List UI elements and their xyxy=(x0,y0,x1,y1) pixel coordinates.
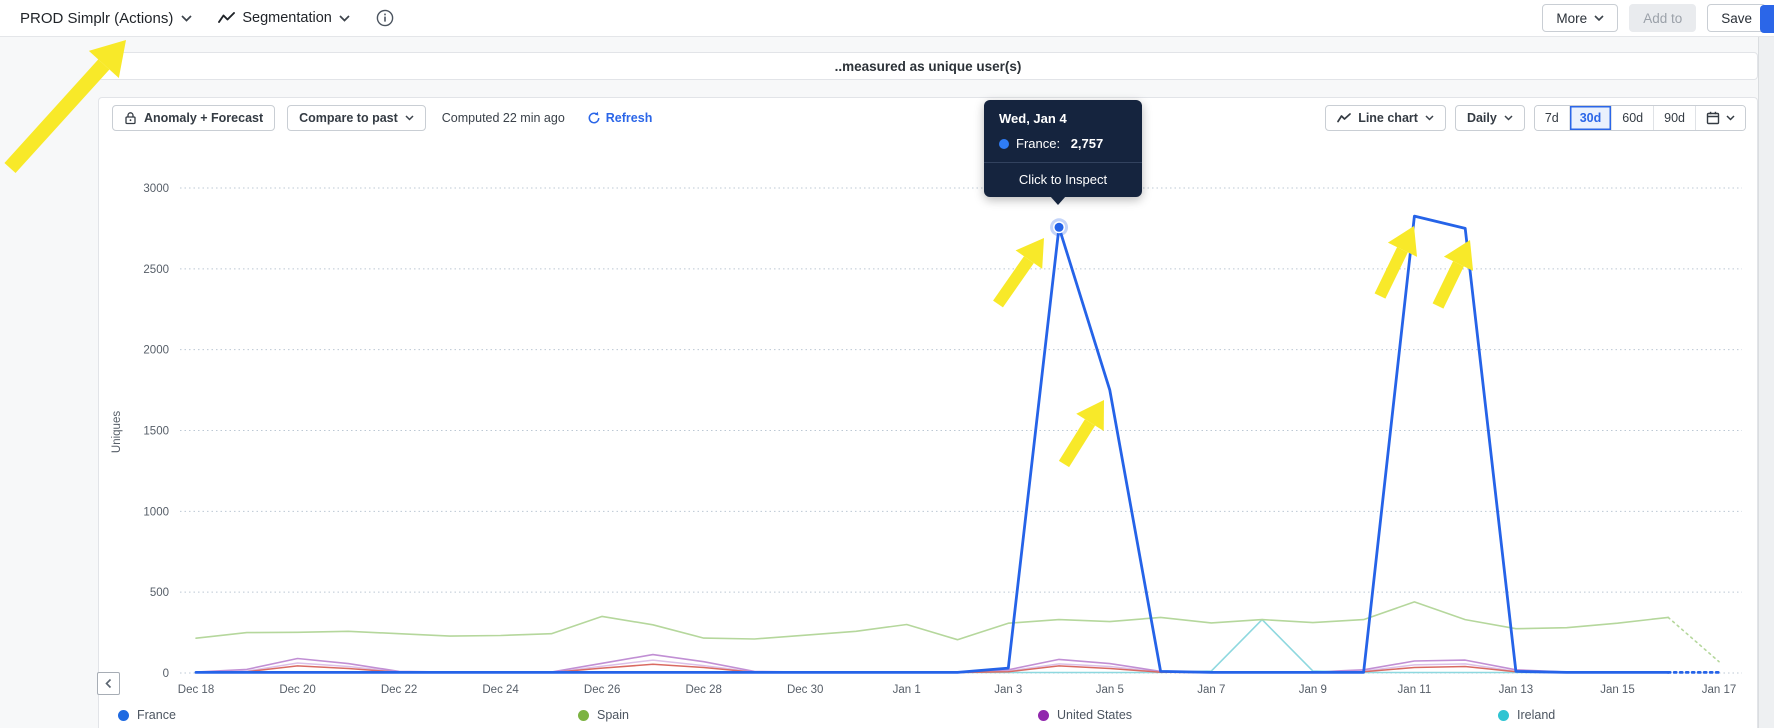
range-60d[interactable]: 60d xyxy=(1611,106,1654,130)
refresh-link[interactable]: Refresh xyxy=(587,111,653,125)
legend-item-united-states[interactable]: United States xyxy=(1038,708,1132,722)
anomaly-forecast-label: Anomaly + Forecast xyxy=(144,111,264,125)
legend-label: France xyxy=(137,708,176,722)
range-7d[interactable]: 7d xyxy=(1534,106,1569,130)
chart-view-controls: Line chart Daily 7d 30d 60d 90d xyxy=(1325,105,1746,131)
chart-tooltip: Wed, Jan 4 France: 2,757 Click to Inspec… xyxy=(984,100,1142,205)
chevron-left-icon xyxy=(105,678,112,689)
tooltip-inspect-action[interactable]: Click to Inspect xyxy=(984,162,1142,197)
tooltip-series-row: France: 2,757 xyxy=(984,126,1142,162)
chart-title: PROD Simplr (Actions) xyxy=(20,9,174,27)
info-icon[interactable] xyxy=(376,9,394,27)
calendar-dropdown[interactable] xyxy=(1695,106,1745,130)
chevron-down-icon xyxy=(1425,115,1434,121)
compare-label: Compare to past xyxy=(299,111,398,125)
legend-label: United States xyxy=(1057,708,1133,722)
line-chart-icon xyxy=(1337,113,1352,123)
tooltip-series-label: France: xyxy=(1016,136,1064,151)
chevron-down-icon xyxy=(405,115,414,121)
chevron-down-icon xyxy=(181,14,192,22)
chart-card xyxy=(98,97,1758,728)
legend-item-spain[interactable]: Spain xyxy=(578,708,629,722)
range-90d[interactable]: 90d xyxy=(1653,106,1695,130)
legend-label: Spain xyxy=(597,708,629,722)
chart-type-label: Line chart xyxy=(1358,111,1418,125)
series-dot-icon xyxy=(999,138,1009,149)
chart-legend: France Spain United States Ireland xyxy=(0,703,1774,728)
granularity-label: Daily xyxy=(1466,111,1497,125)
chevron-down-icon xyxy=(1504,115,1513,121)
legend-dot-icon xyxy=(578,709,589,721)
line-chart-icon xyxy=(218,12,236,24)
chevron-down-icon xyxy=(1594,15,1604,21)
legend-item-france[interactable]: France xyxy=(118,708,176,722)
calendar-icon xyxy=(1706,111,1720,125)
save-button[interactable]: Save xyxy=(1707,4,1766,32)
more-button[interactable]: More xyxy=(1542,4,1619,32)
legend-dot-icon xyxy=(1498,709,1509,721)
legend-dot-icon xyxy=(1038,709,1049,721)
tooltip-value: 2,757 xyxy=(1070,136,1104,151)
collapse-panel-button[interactable] xyxy=(97,672,120,695)
chart-title-dropdown[interactable]: PROD Simplr (Actions) xyxy=(20,10,192,27)
compare-to-past-dropdown[interactable]: Compare to past xyxy=(287,105,426,131)
legend-label: Ireland xyxy=(1517,708,1556,722)
right-gutter xyxy=(1758,37,1774,728)
chevron-down-icon xyxy=(1726,115,1735,121)
range-30d[interactable]: 30d xyxy=(1568,106,1612,130)
computed-timestamp: Computed 22 min ago xyxy=(441,111,565,125)
segmentation-label: Segmentation xyxy=(242,10,332,26)
toolbar-right-group: More Add to Save xyxy=(1542,4,1766,32)
segmentation-dropdown[interactable]: Segmentation xyxy=(218,10,350,26)
legend-item-ireland[interactable]: Ireland xyxy=(1498,708,1555,722)
measured-note: ..measured as unique user(s) xyxy=(834,58,1022,74)
add-to-label: Add to xyxy=(1643,10,1683,26)
chart-controls-row: Anomaly + Forecast Compare to past Compu… xyxy=(112,105,1746,131)
primary-action-button-clipped[interactable] xyxy=(1760,5,1774,33)
tooltip-date: Wed, Jan 4 xyxy=(999,111,1067,126)
chevron-down-icon xyxy=(339,14,350,22)
app-window: PROD Simplr (Actions) Segmentation More … xyxy=(0,0,1774,728)
more-label: More xyxy=(1556,10,1588,26)
date-range-group: 7d 30d 60d 90d xyxy=(1533,105,1746,131)
top-toolbar: PROD Simplr (Actions) Segmentation More … xyxy=(0,0,1774,37)
save-label: Save xyxy=(1721,10,1752,26)
chart-type-dropdown[interactable]: Line chart xyxy=(1325,105,1446,131)
add-to-button[interactable]: Add to xyxy=(1629,4,1697,32)
measured-note-card: ..measured as unique user(s) xyxy=(98,52,1758,80)
anomaly-forecast-button[interactable]: Anomaly + Forecast xyxy=(112,105,276,131)
refresh-icon xyxy=(587,111,601,125)
refresh-label: Refresh xyxy=(605,111,653,125)
legend-dot-icon xyxy=(118,709,129,721)
toolbar-left-group: PROD Simplr (Actions) Segmentation xyxy=(20,9,394,27)
lock-icon xyxy=(124,111,137,125)
granularity-dropdown[interactable]: Daily xyxy=(1454,105,1525,131)
